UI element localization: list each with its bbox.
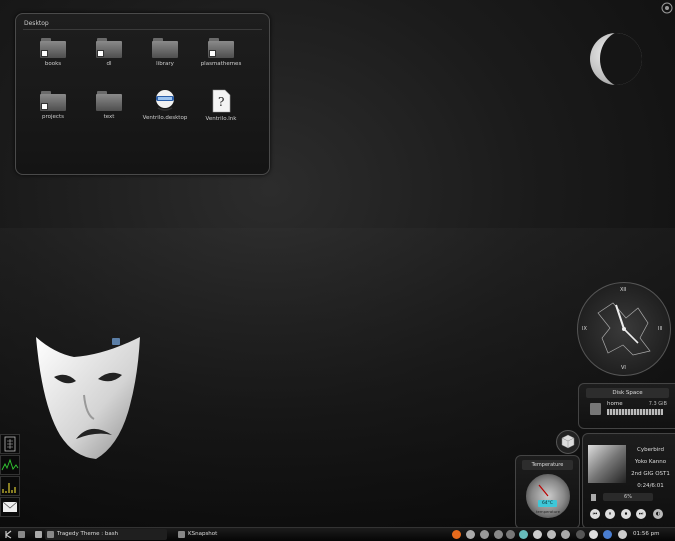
next-icon[interactable]: ⏭ bbox=[636, 509, 646, 519]
folder-icon bbox=[96, 38, 122, 58]
taskbar-clock[interactable]: 01:56 pm bbox=[633, 528, 659, 541]
desktop-item-text[interactable]: text bbox=[81, 91, 137, 120]
desktop-item-ventrilo-lnk[interactable]: ? Ventrilo.lnk bbox=[193, 89, 249, 122]
analog-clock-widget[interactable]: XII IX III VI bbox=[577, 282, 671, 376]
firefox-icon[interactable] bbox=[452, 530, 461, 539]
temperature-caption: temperature bbox=[536, 509, 560, 514]
taskbar: Tragedy Theme : bash KSnapshot 01:56 pm bbox=[0, 527, 675, 541]
settings-icon[interactable] bbox=[494, 530, 503, 539]
folder-view-widget[interactable]: Desktop books dl library plasmathemes pr… bbox=[15, 13, 270, 175]
tragedy-mask-image bbox=[36, 337, 140, 459]
camera-icon bbox=[178, 531, 185, 538]
desktop-item-library[interactable]: library bbox=[137, 38, 193, 67]
desktop-item-plasmathemes[interactable]: plasmathemes bbox=[193, 38, 249, 67]
item-label: plasmathemes bbox=[200, 61, 242, 67]
system-monitor-icon[interactable] bbox=[0, 455, 20, 475]
track-time: 0:24/6:01 bbox=[637, 483, 664, 489]
ventrilo-icon bbox=[156, 90, 174, 111]
folder-icon bbox=[152, 38, 178, 58]
battery-icon[interactable] bbox=[547, 530, 556, 539]
disk-space-widget[interactable]: Disk Space home 7.3 GiB bbox=[578, 383, 675, 429]
task-label: KSnapshot bbox=[188, 531, 218, 537]
pause-icon[interactable]: ⏸ bbox=[605, 509, 615, 519]
track-artist: Yoko Kanno bbox=[634, 459, 667, 465]
moon-phase-widget[interactable] bbox=[590, 33, 642, 85]
network-monitor-icon[interactable] bbox=[0, 476, 20, 496]
cover-icon[interactable]: ◐ bbox=[653, 509, 663, 519]
folder-view-title: Desktop bbox=[24, 20, 49, 27]
unknown-file-icon: ? bbox=[212, 89, 231, 113]
desktop-item-projects[interactable]: projects bbox=[25, 91, 81, 120]
temperature-readout: 64°C bbox=[538, 500, 557, 507]
arrow-icon[interactable] bbox=[576, 530, 585, 539]
item-label: books bbox=[44, 61, 62, 67]
track-title: Cyberbird bbox=[637, 447, 664, 453]
task-label: Tragedy Theme : bash bbox=[57, 531, 119, 537]
item-label: dl bbox=[106, 61, 112, 67]
pager-icon[interactable] bbox=[33, 529, 42, 540]
item-label: Ventrilo.desktop bbox=[142, 115, 188, 121]
item-label: library bbox=[156, 61, 174, 67]
kopete-icon[interactable] bbox=[506, 530, 515, 539]
clipboard-icon[interactable] bbox=[533, 530, 542, 539]
divider bbox=[23, 29, 262, 30]
terminal-icon bbox=[47, 531, 54, 538]
plasma-toolbox-icon[interactable] bbox=[661, 2, 673, 14]
notes-icon[interactable] bbox=[480, 530, 489, 539]
folder-icon bbox=[40, 38, 66, 58]
task-tragedy-theme-bash[interactable]: Tragedy Theme : bash bbox=[45, 529, 167, 540]
stop-icon[interactable]: ⏹ bbox=[621, 509, 631, 519]
disk-name: home bbox=[607, 401, 623, 407]
show-desktop-icon[interactable] bbox=[16, 529, 26, 540]
folder-icon bbox=[40, 91, 66, 111]
folder-icon bbox=[96, 91, 122, 111]
volume-tray-icon[interactable] bbox=[561, 530, 570, 539]
kde-menu-icon[interactable] bbox=[3, 529, 14, 540]
volume-icon bbox=[591, 494, 596, 501]
album-art bbox=[588, 445, 626, 483]
previous-icon[interactable]: ⏮ bbox=[590, 509, 600, 519]
calculator-icon[interactable] bbox=[0, 434, 20, 454]
svg-text:?: ? bbox=[218, 95, 224, 109]
task-ksnapshot[interactable]: KSnapshot bbox=[176, 529, 288, 540]
temperature-gauge: 64°C temperature bbox=[526, 474, 570, 518]
cube-icon[interactable] bbox=[556, 430, 580, 454]
mail-icon[interactable] bbox=[0, 497, 20, 517]
clock-hands bbox=[597, 302, 651, 356]
temperature-title: Temperature bbox=[522, 460, 573, 470]
disk-usage-bar bbox=[607, 409, 663, 415]
network-icon[interactable] bbox=[519, 530, 528, 539]
camera-tray-icon[interactable] bbox=[466, 530, 475, 539]
folder-icon bbox=[208, 38, 234, 58]
disk-space-title: Disk Space bbox=[586, 388, 669, 398]
hard-drive-icon bbox=[590, 403, 601, 415]
desktop-item-ventrilo-desktop[interactable]: Ventrilo.desktop bbox=[137, 88, 193, 121]
moon-shadow bbox=[600, 33, 642, 85]
disk-tray-icon[interactable] bbox=[589, 530, 598, 539]
item-label: text bbox=[103, 114, 115, 120]
item-label: Ventrilo.lnk bbox=[205, 116, 237, 122]
desktop-item-dl[interactable]: dl bbox=[81, 38, 137, 67]
update-icon[interactable] bbox=[603, 530, 612, 539]
power-icon[interactable] bbox=[618, 530, 627, 539]
desktop-item-books[interactable]: books bbox=[25, 38, 81, 67]
track-album: 2nd GIG OST1 bbox=[631, 471, 670, 477]
now-playing-widget[interactable]: Cyberbird Yoko Kanno 2nd GIG OST1 0:24/6… bbox=[582, 433, 675, 529]
item-label: projects bbox=[42, 114, 64, 120]
window-icon[interactable] bbox=[112, 338, 120, 345]
disk-size: 7.3 GiB bbox=[648, 401, 667, 407]
temperature-widget[interactable]: Temperature 64°C temperature bbox=[515, 455, 580, 529]
volume-level[interactable]: 6% bbox=[603, 493, 653, 501]
